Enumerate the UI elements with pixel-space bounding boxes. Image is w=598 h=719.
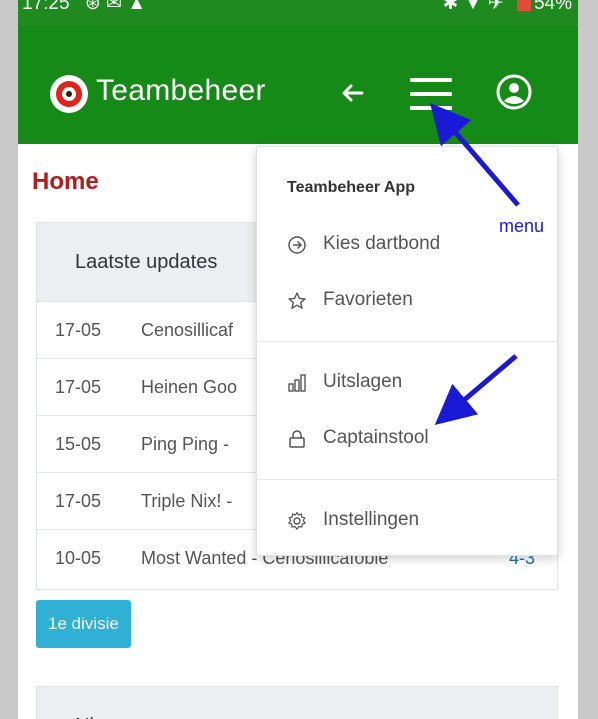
- annotation-arrow-to-menu: [429, 102, 520, 207]
- annotation-arrows: [429, 102, 520, 425]
- annotation-arrow-to-captainstool: [434, 354, 518, 425]
- annotation-label: menu: [499, 216, 545, 236]
- phone-screen: 17:25 ⊛ ✉ ▲ ✱ ▼ ✈ 54% Teambeheer Home La…: [18, 0, 578, 719]
